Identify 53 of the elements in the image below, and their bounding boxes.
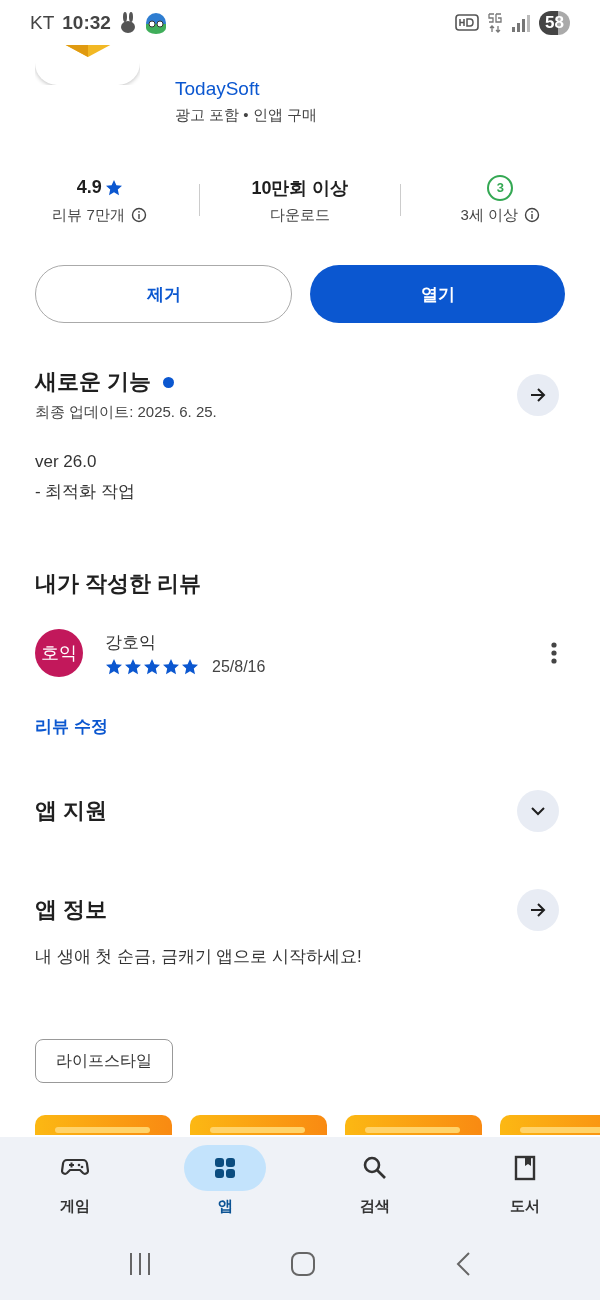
star-icon bbox=[143, 657, 161, 676]
info-icon[interactable] bbox=[524, 207, 541, 223]
section-title: 앱 정보 bbox=[35, 896, 109, 924]
more-icon bbox=[551, 642, 557, 664]
signal-icon bbox=[511, 12, 532, 33]
whats-new-button[interactable] bbox=[517, 373, 559, 416]
age-rating-badge: 3 bbox=[487, 174, 514, 201]
star-icon bbox=[105, 657, 123, 676]
back-icon bbox=[454, 1251, 471, 1277]
carrier: KT bbox=[30, 11, 55, 34]
app-description: 내 생애 첫 순금, 금캐기 앱으로 시작하세요! bbox=[35, 946, 363, 968]
section-title: 앱 지원 bbox=[35, 797, 109, 825]
recents-icon bbox=[129, 1251, 152, 1277]
nav-tab[interactable]: 게임 bbox=[0, 1145, 150, 1216]
section-title: 내가 작성한 리뷰 bbox=[35, 570, 203, 598]
open-button[interactable]: 열기 bbox=[310, 265, 565, 323]
release-note: ver 26.0 bbox=[35, 452, 98, 472]
category-chip[interactable]: 라이프스타일 bbox=[35, 1039, 173, 1083]
nav-tab[interactable]: 앱 bbox=[150, 1145, 300, 1216]
rating-value: 4.9 bbox=[76, 177, 102, 198]
info-icon[interactable] bbox=[130, 207, 147, 223]
stat-label: 다운로드 bbox=[270, 205, 330, 225]
review-date: 25/8/16 bbox=[212, 657, 266, 676]
reviewer-name: 강호익 bbox=[105, 631, 157, 654]
star-icon bbox=[162, 657, 180, 676]
battery-level: 58 bbox=[539, 10, 570, 35]
section-title: 새로운 기능 bbox=[35, 368, 152, 396]
stat-label: 리뷰 7만개 bbox=[52, 205, 125, 225]
rabbit-icon bbox=[118, 11, 137, 34]
home-icon bbox=[290, 1251, 316, 1277]
hd-icon bbox=[455, 12, 480, 33]
app-notes: 광고 포함 • 인앱 구매 bbox=[175, 106, 317, 125]
clock: 10:32 bbox=[62, 11, 111, 34]
nav-tab[interactable]: 도서 bbox=[450, 1145, 600, 1216]
emoji-icon bbox=[144, 11, 167, 34]
edit-review-link[interactable]: 리뷰 수정 bbox=[35, 715, 108, 738]
release-note: - 최적화 작업 bbox=[35, 481, 137, 503]
home-button[interactable] bbox=[290, 1251, 316, 1277]
star-icon bbox=[181, 657, 199, 676]
uninstall-button[interactable]: 제거 bbox=[35, 265, 292, 323]
stat-label: 3세 이상 bbox=[460, 205, 519, 225]
star-icon bbox=[124, 657, 142, 676]
avatar: 호익 bbox=[35, 629, 83, 677]
app-info-button[interactable] bbox=[517, 889, 559, 931]
recents-button[interactable] bbox=[129, 1251, 152, 1277]
stat-value: 10만회 이상 bbox=[251, 176, 349, 200]
signal-5g-icon bbox=[487, 11, 504, 34]
expand-button[interactable] bbox=[517, 790, 559, 832]
star-icon bbox=[104, 178, 123, 197]
developer-link[interactable]: TodaySoft bbox=[175, 78, 317, 100]
back-button[interactable] bbox=[454, 1251, 471, 1277]
nav-tab[interactable]: 검색 bbox=[300, 1145, 450, 1216]
update-date: 최종 업데이트: 2025. 6. 25. bbox=[35, 403, 218, 422]
